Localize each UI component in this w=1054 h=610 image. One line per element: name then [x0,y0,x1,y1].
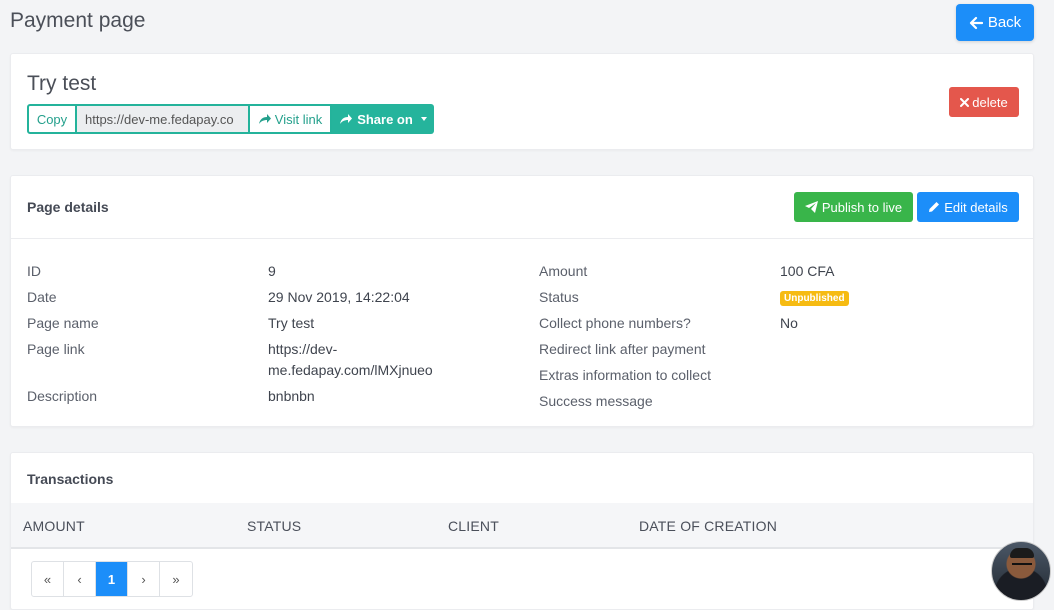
description-label: Description [27,388,98,404]
transactions-heading: Transactions [27,471,114,487]
visit-link-label: Visit link [274,111,323,127]
id-value: 9 [268,263,276,279]
date-label: Date [27,289,57,305]
close-icon [960,97,970,107]
back-button[interactable]: Back [956,4,1034,41]
avatar[interactable] [991,541,1051,601]
avatar-hair [1010,548,1034,558]
page-title: Payment page [10,9,146,32]
edit-details-label: Edit details [944,199,1008,215]
arrow-left-icon [969,16,983,29]
publish-label: Publish to live [821,199,903,215]
payment-page-title: Try test [27,72,97,95]
share-arrow-icon [258,114,271,124]
visit-link-button[interactable]: Visit link [248,104,332,134]
edit-details-button[interactable]: Edit details [917,192,1019,222]
collect-phone-value: No [780,315,798,331]
page-name-value: Try test [268,315,315,331]
redirect-link-label: Redirect link after payment [539,341,706,357]
copy-button[interactable]: Copy [27,104,77,134]
delete-label: delete [972,94,1008,110]
next-page-button[interactable]: › [128,562,160,596]
page-link-label: Page link [27,341,85,357]
amount-value: 100 CFA [780,263,835,279]
description-value: bnbnbn [268,388,315,404]
share-on-label: Share on [357,111,413,127]
link-group: Copy https://dev-me.fedapay.co Visit lin… [27,104,434,134]
column-date-of-creation[interactable]: DATE OF CREATION [639,518,777,534]
last-page-button[interactable]: » [160,562,192,596]
pencil-icon [929,202,940,212]
transactions-table-header: AMOUNT STATUS CLIENT DATE OF CREATION [11,503,1033,549]
transactions-card: Transactions AMOUNT STATUS CLIENT DATE O… [10,452,1034,610]
divider [11,238,1033,239]
publish-to-live-button[interactable]: Publish to live [794,192,913,222]
page-details-card: Page details Publish to live Edit detail… [10,175,1034,427]
page-details-heading: Page details [27,199,109,215]
share-on-dropdown[interactable]: Share on [332,104,434,134]
page-name-label: Page name [27,315,99,331]
page-link-value-line2[interactable]: me.fedapay.com/lMXjnueo [268,362,433,378]
extras-info-label: Extras information to collect [539,367,711,383]
paper-plane-icon [804,201,818,213]
page-summary-card: Try test Copy https://dev-me.fedapay.co … [10,53,1034,150]
column-status[interactable]: STATUS [247,518,301,534]
collect-phone-label: Collect phone numbers? [539,315,691,331]
prev-page-button[interactable]: ‹ [64,562,96,596]
avatar-glasses [1012,563,1032,567]
first-page-button[interactable]: « [32,562,64,596]
status-badge: Unpublished [780,291,849,306]
delete-button[interactable]: delete [949,87,1019,117]
back-button-label: Back [987,14,1022,31]
page-url-field[interactable]: https://dev-me.fedapay.co [77,104,248,134]
success-message-label: Success message [539,393,653,409]
column-client[interactable]: CLIENT [448,518,499,534]
page-link-value-line1[interactable]: https://dev- [268,341,337,357]
date-value: 29 Nov 2019, 14:22:04 [268,289,410,305]
share-arrow-icon [340,114,353,124]
id-label: ID [27,263,41,279]
amount-label: Amount [539,263,588,279]
status-label: Status [539,289,579,305]
caret-down-icon [420,117,427,121]
current-page-button[interactable]: 1 [96,562,128,596]
pagination: « ‹ 1 › » [31,561,193,597]
column-amount[interactable]: AMOUNT [23,518,85,534]
